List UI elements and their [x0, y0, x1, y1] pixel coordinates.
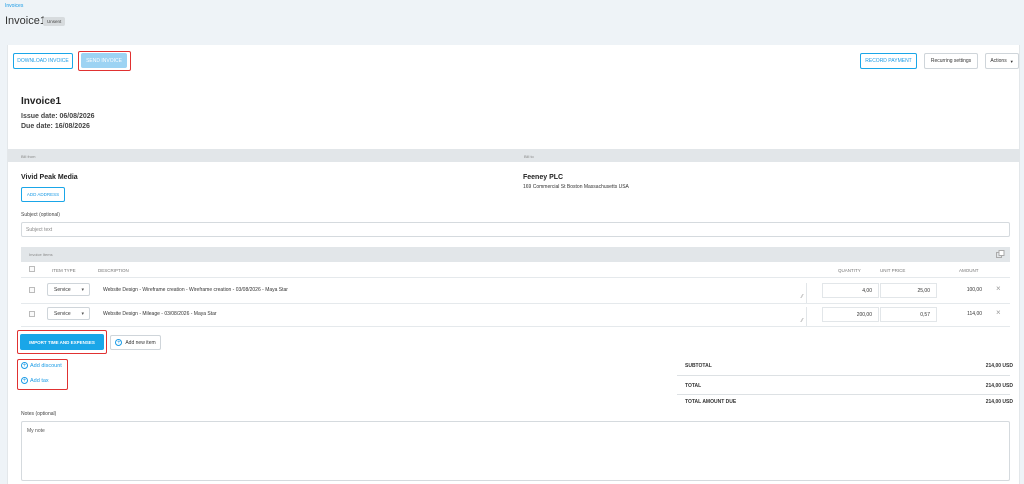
select-all-checkbox[interactable]	[29, 266, 35, 272]
description-text: Website Design - Mileage - 03/08/2026 - …	[103, 311, 217, 317]
notes-label: Notes (optional)	[21, 411, 57, 417]
col-unit-price: UNIT PRICE	[880, 268, 906, 273]
amount-value: 100,00	[966, 287, 982, 293]
add-tax-label: Add tax	[30, 377, 49, 384]
subject-input[interactable]: Subject text	[21, 222, 1010, 237]
highlight-import	[17, 330, 107, 354]
quantity-input[interactable]: 4,00	[822, 283, 879, 298]
chevron-down-icon: ▾	[81, 287, 84, 293]
remove-row-icon[interactable]: ×	[996, 308, 1001, 317]
item-type-value: Service	[54, 286, 71, 293]
add-discount-link[interactable]: + Add discount	[21, 362, 62, 369]
actions-dropdown[interactable]: Actions ▼	[985, 53, 1019, 69]
chevron-down-icon: ▾	[81, 311, 84, 317]
add-discount-label: Add discount	[30, 362, 62, 369]
highlight-send	[78, 51, 131, 71]
recurring-settings-button[interactable]: Recurring settings	[924, 53, 978, 69]
chevron-down-icon: ▼	[1009, 58, 1014, 64]
add-new-item-button[interactable]: + Add new item	[110, 335, 161, 350]
copy-icon[interactable]	[996, 250, 1005, 258]
row-divider	[21, 303, 1010, 304]
bill-to-label: Bill to	[524, 154, 534, 159]
record-payment-button[interactable]: RECORD PAYMENT	[860, 53, 917, 69]
item-type-select[interactable]: Service ▾	[47, 307, 90, 320]
invoice-card	[7, 45, 1020, 484]
col-quantity: QUANTITY	[838, 268, 861, 273]
download-invoice-button[interactable]: DOWNLOAD INVOICE	[13, 53, 73, 69]
item-type-select[interactable]: Service ▾	[47, 283, 90, 296]
bill-from-label: Bill from	[21, 154, 36, 159]
col-item-type: ITEM TYPE	[52, 268, 76, 273]
description-text: Website Design - Wireframe creation - Wi…	[103, 287, 288, 293]
resize-handle-icon[interactable]: ⁄⁄	[801, 318, 803, 324]
page-title: Invoice1	[5, 15, 46, 27]
plus-circle-icon: +	[21, 377, 28, 384]
row-divider	[21, 326, 1010, 327]
row-checkbox[interactable]	[29, 287, 35, 293]
subtotal-label: SUBTOTAL	[685, 363, 712, 369]
bill-from-name: Vivid Peak Media	[21, 174, 78, 181]
bill-to-address: 169 Commercial St Boston Massachusetts U…	[523, 184, 629, 190]
remove-row-icon[interactable]: ×	[996, 284, 1001, 293]
invoice-title: Invoice1	[21, 96, 62, 107]
total-due-value: 214,00 USD	[985, 399, 1013, 405]
col-description: DESCRIPTION	[98, 268, 129, 273]
breadcrumb[interactable]: Invoices	[5, 3, 23, 9]
bill-to-name: Feeney PLC	[523, 174, 564, 181]
notes-text: My note	[27, 428, 45, 434]
total-value: 214,00 USD	[985, 383, 1013, 389]
description-field[interactable]: Website Design - Wireframe creation - Wi…	[97, 283, 807, 303]
totals-divider	[677, 375, 1010, 376]
plus-circle-icon: +	[21, 362, 28, 369]
item-type-value: Service	[54, 310, 71, 317]
col-amount: AMOUNT	[959, 268, 979, 273]
plus-circle-icon: +	[115, 339, 123, 346]
quantity-input[interactable]: 200,00	[822, 307, 879, 322]
description-field[interactable]: Website Design - Mileage - 03/08/2026 - …	[97, 307, 807, 327]
row-divider	[21, 277, 1010, 278]
bill-header-bar	[8, 149, 1020, 162]
status-badge: Unsent	[43, 17, 66, 26]
items-section-label: Invoice Items	[29, 252, 53, 257]
subject-label: Subject (optional)	[21, 212, 60, 218]
add-address-button[interactable]: ADD ADDRESS	[21, 187, 65, 202]
resize-handle-icon[interactable]: ⁄⁄	[801, 294, 803, 300]
total-label: TOTAL	[685, 383, 702, 389]
subtotal-value: 214,00 USD	[985, 363, 1013, 369]
totals-divider	[677, 394, 1010, 395]
total-due-label: TOTAL AMOUNT DUE	[685, 399, 737, 405]
due-date: Due date: 16/08/2026	[21, 123, 90, 130]
add-tax-link[interactable]: + Add tax	[21, 377, 49, 384]
row-checkbox[interactable]	[29, 311, 35, 317]
amount-value: 114,00	[967, 311, 982, 317]
add-new-item-label: Add new item	[125, 339, 156, 346]
actions-label: Actions	[990, 58, 1007, 64]
items-header-bar	[21, 247, 1010, 262]
notes-textarea[interactable]: My note	[21, 421, 1010, 481]
issue-date: Issue date: 06/08/2026	[21, 113, 95, 120]
